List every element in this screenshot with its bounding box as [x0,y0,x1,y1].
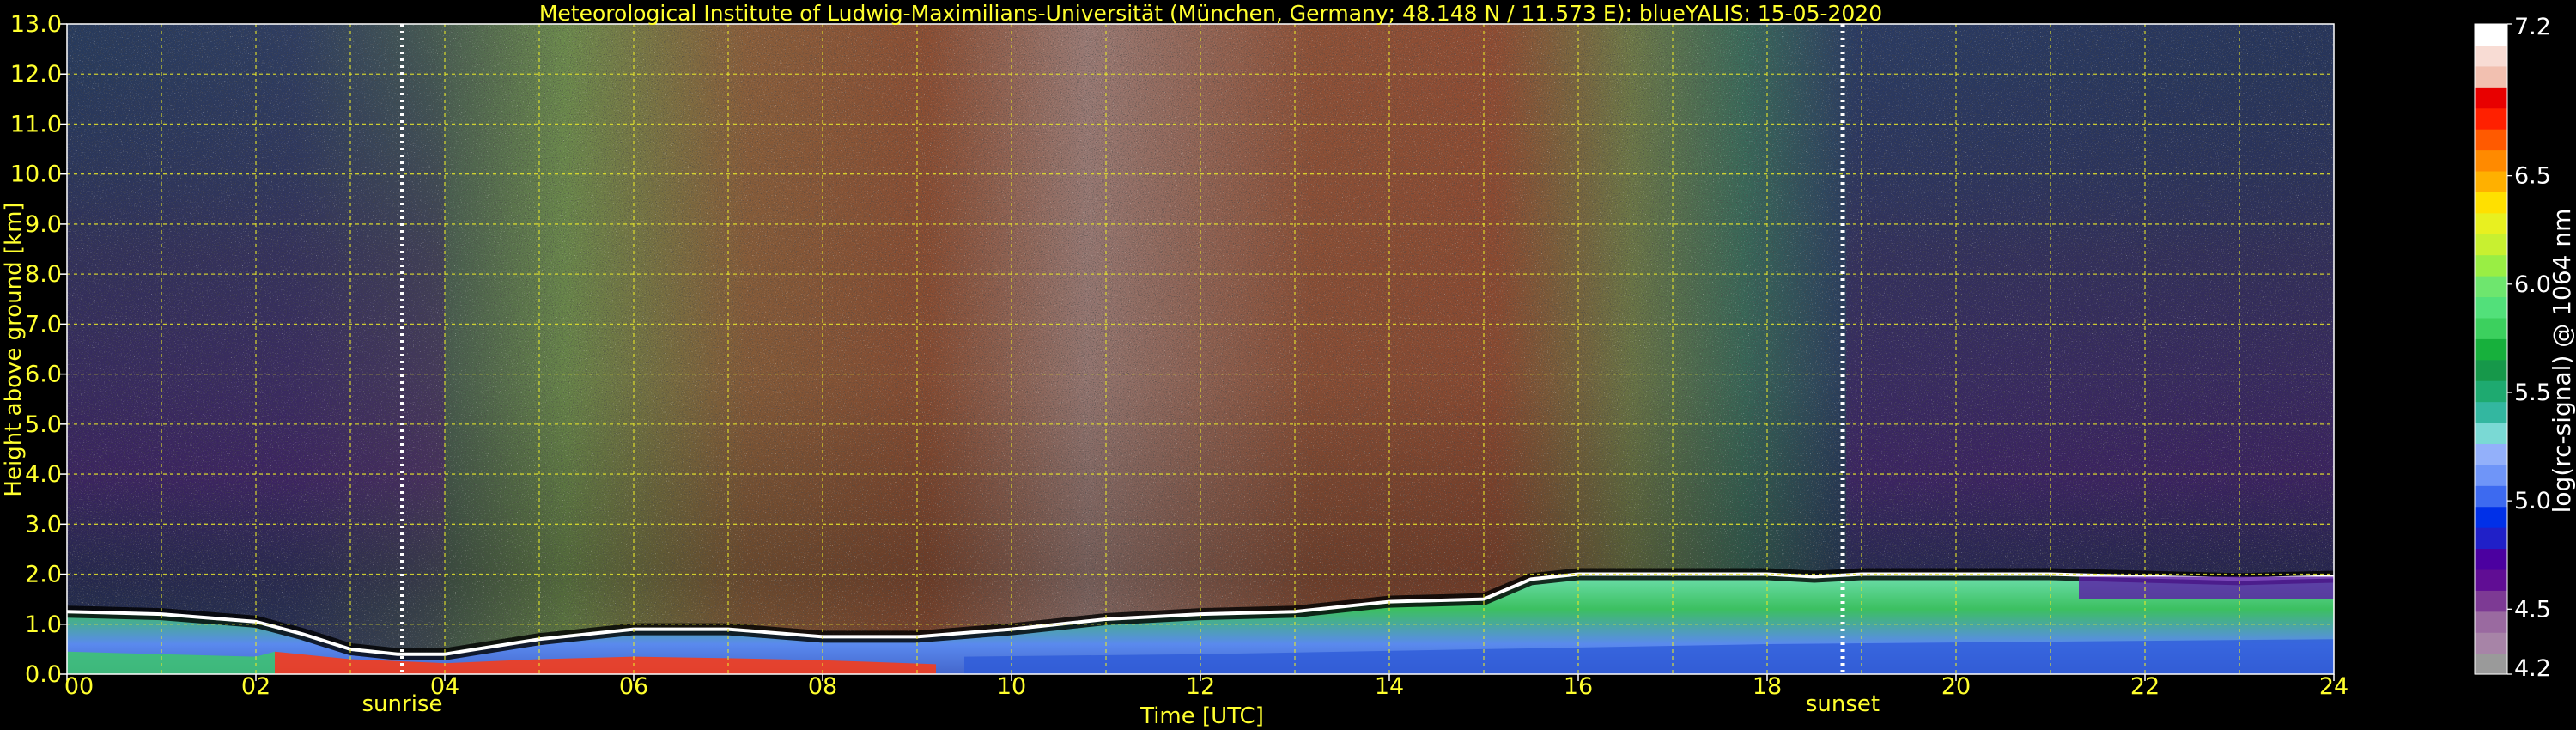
colorbar-segment [2475,87,2507,109]
colorbar-segment [2475,276,2507,298]
x-tick-label: 18 [1753,673,1782,700]
y-axis-label: Height above ground [km] [1,202,27,496]
x-tick-label: 14 [1375,673,1404,700]
x-tick-label: 20 [1941,673,1971,700]
colorbar-segment [2475,653,2507,675]
y-tick-label: 6.0 [25,362,62,388]
x-tick-label: 04 [430,673,459,700]
colorbar-segment [2475,527,2507,550]
y-tick-label: 4.0 [25,461,62,488]
colorbar-segment [2475,24,2507,46]
colorbar-tick-label: 7.2 [2514,14,2551,40]
x-tick-label: 22 [2130,673,2160,700]
x-tick-label: 06 [619,673,648,700]
colorbar-segment [2475,234,2507,256]
x-axis-label: Time [UTC] [1139,703,1264,729]
colorbar-segment [2475,149,2507,172]
y-tick-label: 8.0 [25,261,62,288]
y-tick-label: 2.0 [25,562,62,588]
colorbar-tick-label: 5.0 [2514,488,2551,514]
y-tick-label: 5.0 [25,411,62,438]
colorbar-segment [2475,443,2507,465]
y-tick-label: 10.0 [10,161,62,188]
x-tick-label: 24 [2319,673,2348,700]
colorbar-segment [2475,401,2507,423]
chart-title: Meteorological Institute of Ludwig-Maxim… [539,1,1882,26]
y-tick-label: 9.0 [25,211,62,238]
colorbar-segment [2475,632,2507,654]
colorbar-segment [2475,569,2507,591]
colorbar-segment [2475,338,2507,361]
colorbar-segment [2475,296,2507,319]
colorbar-segment [2475,212,2507,234]
y-tick-label: 11.0 [10,111,62,137]
x-tick-label: 02 [241,673,270,700]
lidar-chart: sunrise sunset 00 02 04 06 08 10 12 14 16 18 20 22 24… [1,1,2576,729]
y-tick-label: 0.0 [25,661,62,688]
colorbar-tick-label: 4.5 [2514,596,2551,623]
colorbar-segment [2475,422,2507,444]
y-tick-label: 1.0 [25,611,62,638]
x-tick-label: 10 [997,673,1026,700]
colorbar-segment [2475,380,2507,403]
elevated-layer [2079,576,2334,599]
colorbar-segment [2475,65,2507,88]
x-tick-label: 16 [1564,673,1593,700]
colorbar-segment [2475,317,2507,339]
x-tick-label: 08 [808,673,837,700]
colorbar-tick-labels: 4.2 4.5 5.0 5.5 6.0 6.5 7.2 [2507,14,2551,682]
colorbar-segment [2475,170,2507,192]
y-tick-label: 13.0 [10,11,62,38]
colorbar-tick-label: 5.5 [2514,380,2551,406]
x-tick-label: 12 [1186,673,1215,700]
colorbar-segment [2475,254,2507,277]
colorbar-segment [2475,129,2507,151]
colorbar-segment [2475,611,2507,633]
colorbar-segment [2475,107,2507,130]
colorbar-segment [2475,45,2507,67]
colorbar-segment [2475,590,2507,612]
sunset-label: sunset [1806,691,1880,717]
y-tick-label: 12.0 [10,61,62,88]
colorbar-segment [2475,485,2507,508]
y-tick-label: 7.0 [25,311,62,338]
colorbar-tick-label: 6.0 [2514,271,2551,298]
colorbar-label: log(rc-signal) @ 1064 nm [2548,209,2576,514]
x-tick-label: 00 [64,673,94,700]
colorbar-tick-label: 6.5 [2514,163,2551,190]
colorbar-tick-label: 4.2 [2514,655,2551,682]
colorbar-segment [2475,192,2507,214]
colorbar-segment [2475,548,2507,570]
colorbar [2474,23,2508,675]
colorbar-segment [2475,464,2507,486]
y-tick-label: 3.0 [25,511,62,538]
colorbar-segment [2475,506,2507,528]
colorbar-segment [2475,359,2507,381]
